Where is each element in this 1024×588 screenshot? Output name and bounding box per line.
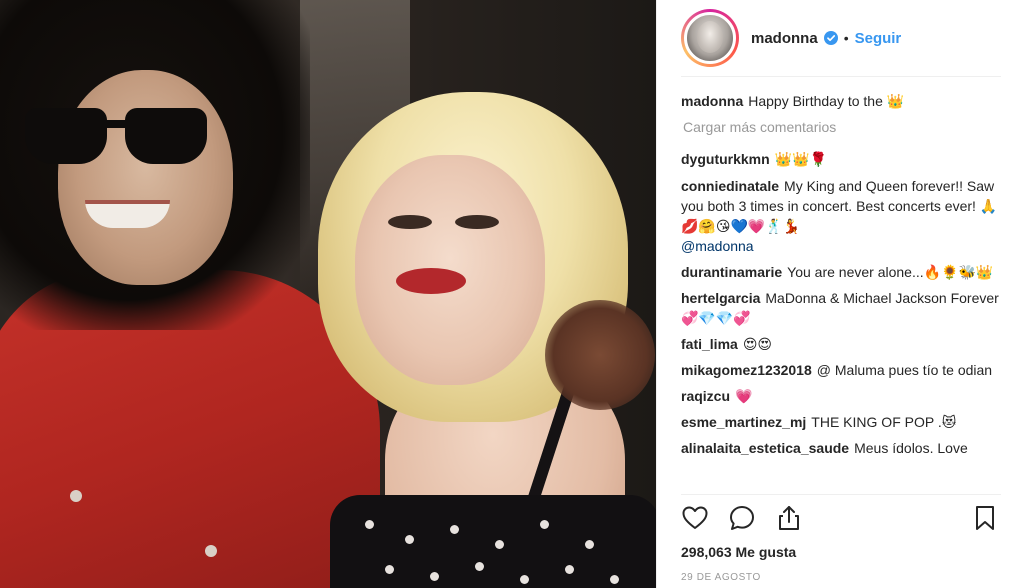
photo-dress-dot xyxy=(405,535,414,544)
comment-username[interactable]: dyguturkkmn xyxy=(681,151,770,167)
instagram-post: madonna • Seguir madonna Happy Birthday t… xyxy=(0,0,1024,588)
photo-shirt-button xyxy=(70,490,82,502)
comments-list[interactable]: madonna Happy Birthday to the 👑 Cargar má… xyxy=(681,86,1011,494)
photo-eye xyxy=(455,215,499,229)
header-divider xyxy=(681,76,1001,77)
header-separator: • xyxy=(843,30,849,46)
share-icon[interactable] xyxy=(775,504,805,534)
comment-text: Meus ídolos. Love xyxy=(854,440,968,456)
comment-username[interactable]: mikagomez1232018 xyxy=(681,362,812,378)
photo-dress-dot xyxy=(610,575,619,584)
photo-man-face xyxy=(58,70,233,285)
photo-polka-dress xyxy=(330,495,656,588)
post-caption: madonna Happy Birthday to the 👑 xyxy=(681,91,1011,111)
comment-text: 😍😍 xyxy=(742,336,773,352)
likes-count[interactable]: 298,063 Me gusta xyxy=(681,544,796,560)
action-bar xyxy=(681,504,1001,536)
comment-text: 👑👑🌹 xyxy=(774,152,827,168)
photo-dress-dot xyxy=(565,565,574,574)
follow-button[interactable]: Seguir xyxy=(855,30,902,47)
post-photo[interactable] xyxy=(0,0,656,588)
verified-badge-icon xyxy=(823,31,838,45)
photo-red-lips xyxy=(396,268,466,294)
comment-item: fati_lima 😍😍 xyxy=(681,334,1011,354)
comment-text: THE KING OF POP .😻 xyxy=(811,414,957,430)
comment-item: dyguturkkmn 👑👑🌹 xyxy=(681,149,1011,170)
post-sidebar: madonna • Seguir madonna Happy Birthday t… xyxy=(656,0,1024,588)
caption-username[interactable]: madonna xyxy=(681,93,743,109)
bookmark-icon[interactable] xyxy=(971,504,1001,534)
photo-sunglasses xyxy=(25,108,215,168)
avatar[interactable] xyxy=(684,12,736,64)
photo-eye xyxy=(388,215,432,229)
photo-dress-dot xyxy=(475,562,484,571)
comment-text: You are never alone...🔥🌻🐝👑 xyxy=(787,264,994,280)
comment-username[interactable]: durantinamarie xyxy=(681,264,782,280)
comment-text: @ Maluma pues tío te odian xyxy=(816,362,993,378)
header-username[interactable]: madonna xyxy=(751,30,818,47)
photo-dress-dot xyxy=(385,565,394,574)
comment-item: hertelgarcia MaDonna & Michael Jackson Fo… xyxy=(681,288,1011,328)
comment-text: 💗 xyxy=(735,388,753,404)
comment-username[interactable]: fati_lima xyxy=(681,336,738,352)
caption-text: Happy Birthday to the 👑 xyxy=(748,93,905,109)
post-header: madonna • Seguir xyxy=(657,0,1024,76)
comment-item: esme_martinez_mj THE KING OF POP .😻 xyxy=(681,412,1011,432)
photo-shirt-button xyxy=(205,545,217,557)
photo-dress-dot xyxy=(585,540,594,549)
comment-bubble-icon[interactable] xyxy=(728,504,758,534)
actions-divider xyxy=(681,494,1001,495)
load-more-comments-button[interactable]: Cargar más comentarios xyxy=(683,119,1011,135)
comment-item: alinalaita_estetica_saude Meus ídolos. Lo… xyxy=(681,438,1011,458)
comment-item: mikagomez1232018 @ Maluma pues tío te odi… xyxy=(681,360,1011,380)
photo-dress-dot xyxy=(430,572,439,581)
photo-dress-dot xyxy=(540,520,549,529)
comment-mention-link[interactable]: @madonna xyxy=(681,236,1011,256)
avatar-story-ring[interactable] xyxy=(681,9,739,67)
comment-item: conniedinatale My King and Queen forever!… xyxy=(681,176,1011,256)
comment-item: raqizcu 💗 xyxy=(681,386,1011,406)
comment-item: durantinamarie You are never alone...🔥🌻🐝👑 xyxy=(681,262,1011,282)
photo-dress-dot xyxy=(520,575,529,584)
photo-dress-dot xyxy=(365,520,374,529)
heart-icon[interactable] xyxy=(681,504,711,534)
post-date[interactable]: 29 DE AGOSTO xyxy=(681,572,761,583)
photo-dress-dot xyxy=(495,540,504,549)
comment-username[interactable]: hertelgarcia xyxy=(681,290,760,306)
photo-hand-on-shoulder xyxy=(545,300,655,410)
photo-dress-dot xyxy=(450,525,459,534)
comment-username[interactable]: raqizcu xyxy=(681,388,730,404)
comment-username[interactable]: alinalaita_estetica_saude xyxy=(681,440,849,456)
comment-username[interactable]: esme_martinez_mj xyxy=(681,414,806,430)
comment-username[interactable]: conniedinatale xyxy=(681,178,779,194)
